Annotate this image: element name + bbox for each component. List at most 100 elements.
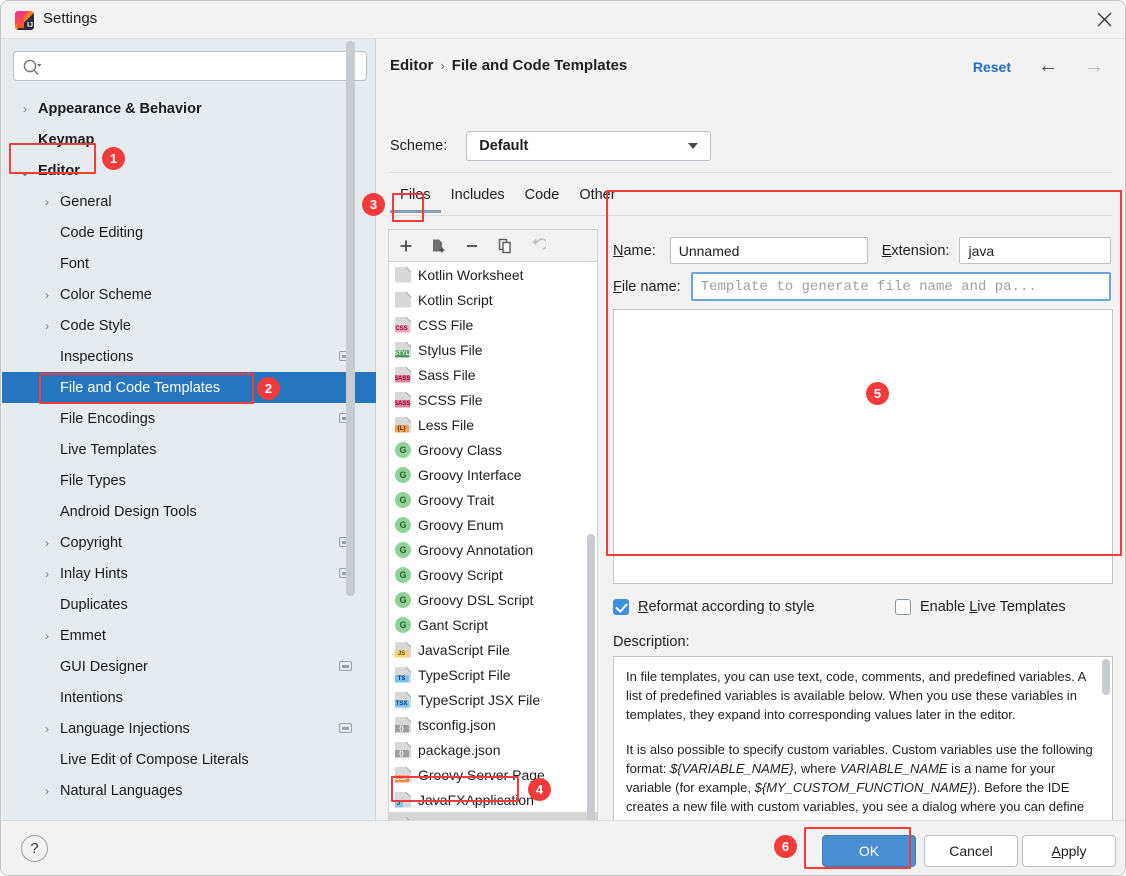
list-item[interactable]: SASS Sass File — [389, 362, 597, 387]
sidebar-scrollbar-thumb[interactable] — [346, 41, 355, 596]
chevron-right-icon[interactable]: › — [36, 784, 58, 798]
sidebar-item-file-and-code-templates[interactable]: ›File and Code Templates — [2, 372, 376, 403]
list-item[interactable]: G Groovy Annotation — [389, 537, 597, 562]
description-box[interactable]: In file templates, you can use text, cod… — [613, 656, 1113, 842]
list-item[interactable]: J JavaFXApplication — [389, 787, 597, 812]
reformat-checkbox[interactable] — [613, 599, 629, 615]
list-item[interactable]: G Groovy Interface — [389, 462, 597, 487]
search-input[interactable] — [46, 52, 360, 80]
list-item[interactable]: STYL Stylus File — [389, 337, 597, 362]
sidebar-item-android-design-tools[interactable]: ›Android Design Tools — [2, 496, 376, 527]
template-file-list[interactable]: Kotlin Worksheet Kotlin Script CSS CSS File… — [388, 261, 598, 839]
file-list-scrollbar-thumb[interactable] — [587, 534, 595, 830]
sidebar-item-file-encodings[interactable]: ›File Encodings — [2, 403, 376, 434]
list-item[interactable]: Kotlin Worksheet — [389, 262, 597, 287]
list-item[interactable]: CSS CSS File — [389, 312, 597, 337]
list-item-label: TypeScript File — [418, 666, 511, 683]
template-name-input[interactable] — [669, 237, 868, 264]
cancel-button[interactable]: Cancel — [924, 835, 1018, 867]
reset-link[interactable]: Reset — [973, 59, 1011, 75]
sidebar-item-live-templates[interactable]: ›Live Templates — [2, 434, 376, 465]
remove-template-button[interactable] — [455, 231, 488, 261]
settings-sidebar: ›Appearance & Behavior›Keymap⌄Editor›Gen… — [2, 39, 376, 820]
sidebar-item-label: Code Style — [60, 317, 131, 334]
sidebar-item-label: Font — [60, 255, 90, 272]
reset-template-button — [521, 231, 554, 261]
list-item[interactable]: {L} Less File — [389, 412, 597, 437]
ok-button[interactable]: OK — [822, 835, 916, 867]
live-templates-checkbox[interactable] — [895, 599, 911, 615]
reformat-checkbox-row[interactable]: Reformat according to style — [613, 599, 815, 615]
list-item[interactable]: G Groovy Enum — [389, 512, 597, 537]
list-item[interactable]: {} tsconfig.json — [389, 712, 597, 737]
sidebar-item-gui-designer[interactable]: ›GUI Designer — [2, 651, 376, 682]
annotation-badge-1: 1 — [102, 147, 125, 170]
sidebar-item-color-scheme[interactable]: › Color Scheme — [2, 279, 376, 310]
list-item[interactable]: SASS SCSS File — [389, 387, 597, 412]
sidebar-item-natural-languages[interactable]: › Natural Languages — [2, 775, 376, 806]
groovy-icon: G — [395, 616, 411, 633]
template-extension-input[interactable] — [959, 237, 1112, 264]
sidebar-item-label: Color Scheme — [60, 286, 152, 303]
list-item[interactable]: {} package.json — [389, 737, 597, 762]
list-item-label: Stylus File — [418, 341, 483, 358]
sidebar-item-keymap[interactable]: ›Keymap — [2, 124, 376, 155]
list-item[interactable]: Kotlin Script — [389, 287, 597, 312]
copy-template-button[interactable] — [488, 231, 521, 261]
sidebar-item-copyright[interactable]: › Copyright — [2, 527, 376, 558]
sidebar-scrollbar[interactable] — [346, 39, 365, 766]
live-templates-checkbox-row[interactable]: Enable Live Templates — [895, 599, 1066, 615]
search-box[interactable] — [13, 51, 367, 81]
chevron-right-icon[interactable]: › — [36, 567, 58, 581]
sidebar-item-intentions[interactable]: ›Intentions — [2, 682, 376, 713]
list-item-label: TypeScript JSX File — [418, 691, 541, 708]
add-template-button[interactable] — [389, 231, 422, 261]
apply-button[interactable]: Apply — [1022, 835, 1116, 867]
sidebar-item-code-editing[interactable]: ›Code Editing — [2, 217, 376, 248]
template-body-area[interactable] — [613, 309, 1113, 584]
chevron-right-icon[interactable]: › — [36, 722, 58, 736]
list-item[interactable]: G Groovy Trait — [389, 487, 597, 512]
chevron-right-icon[interactable]: › — [36, 319, 58, 333]
tab-includes[interactable]: Includes — [441, 182, 515, 212]
sidebar-item-inlay-hints[interactable]: › Inlay Hints — [2, 558, 376, 589]
sidebar-item-editor[interactable]: ⌄ Editor — [2, 155, 376, 186]
sidebar-item-code-style[interactable]: › Code Style — [2, 310, 376, 341]
tab-code[interactable]: Code — [515, 182, 570, 212]
help-button[interactable]: ? — [21, 835, 48, 862]
breadcrumb-parent[interactable]: Editor — [390, 57, 433, 74]
template-file-name-input[interactable] — [690, 272, 1111, 301]
sidebar-item-inspections[interactable]: ›Inspections — [2, 341, 376, 372]
list-item[interactable]: GSP Groovy Server Page — [389, 762, 597, 787]
sidebar-item-emmet[interactable]: › Emmet — [2, 620, 376, 651]
tab-files[interactable]: Files — [390, 182, 441, 213]
chevron-right-icon[interactable]: › — [36, 288, 58, 302]
list-item[interactable]: TSX TypeScript JSX File — [389, 687, 597, 712]
chevron-right-icon[interactable]: › — [14, 102, 36, 116]
list-item[interactable]: G Groovy Script — [389, 562, 597, 587]
sidebar-item-live-edit-of-compose-literals[interactable]: ›Live Edit of Compose Literals — [2, 744, 376, 775]
sidebar-item-font[interactable]: ›Font — [2, 248, 376, 279]
sidebar-item-language-injections[interactable]: › Language Injections — [2, 713, 376, 744]
list-item[interactable]: G Gant Script — [389, 612, 597, 637]
scheme-select[interactable]: Default — [466, 131, 712, 161]
chevron-right-icon[interactable]: › — [36, 195, 58, 209]
list-item[interactable]: G Groovy DSL Script — [389, 587, 597, 612]
template-tabs: Files Includes Code Other — [390, 182, 1112, 216]
sidebar-item-appearance-behavior[interactable]: › Appearance & Behavior — [2, 93, 376, 124]
close-icon[interactable] — [1081, 1, 1125, 38]
list-item[interactable]: G Groovy Class — [389, 437, 597, 462]
chevron-down-icon[interactable]: ⌄ — [14, 162, 36, 179]
create-child-template-button[interactable] — [422, 231, 455, 261]
sidebar-item-general[interactable]: › General — [2, 186, 376, 217]
sidebar-item-duplicates[interactable]: ›Duplicates — [2, 589, 376, 620]
tab-other[interactable]: Other — [569, 182, 625, 212]
arrow-right-icon[interactable]: → — [1084, 56, 1104, 76]
arrow-left-icon[interactable]: ← — [1038, 56, 1058, 76]
sidebar-item-file-types[interactable]: ›File Types — [2, 465, 376, 496]
chevron-right-icon[interactable]: › — [36, 536, 58, 550]
list-item[interactable]: TS TypeScript File — [389, 662, 597, 687]
description-scrollbar-thumb[interactable] — [1102, 659, 1110, 695]
chevron-right-icon[interactable]: › — [36, 629, 58, 643]
list-item[interactable]: JS JavaScript File — [389, 637, 597, 662]
